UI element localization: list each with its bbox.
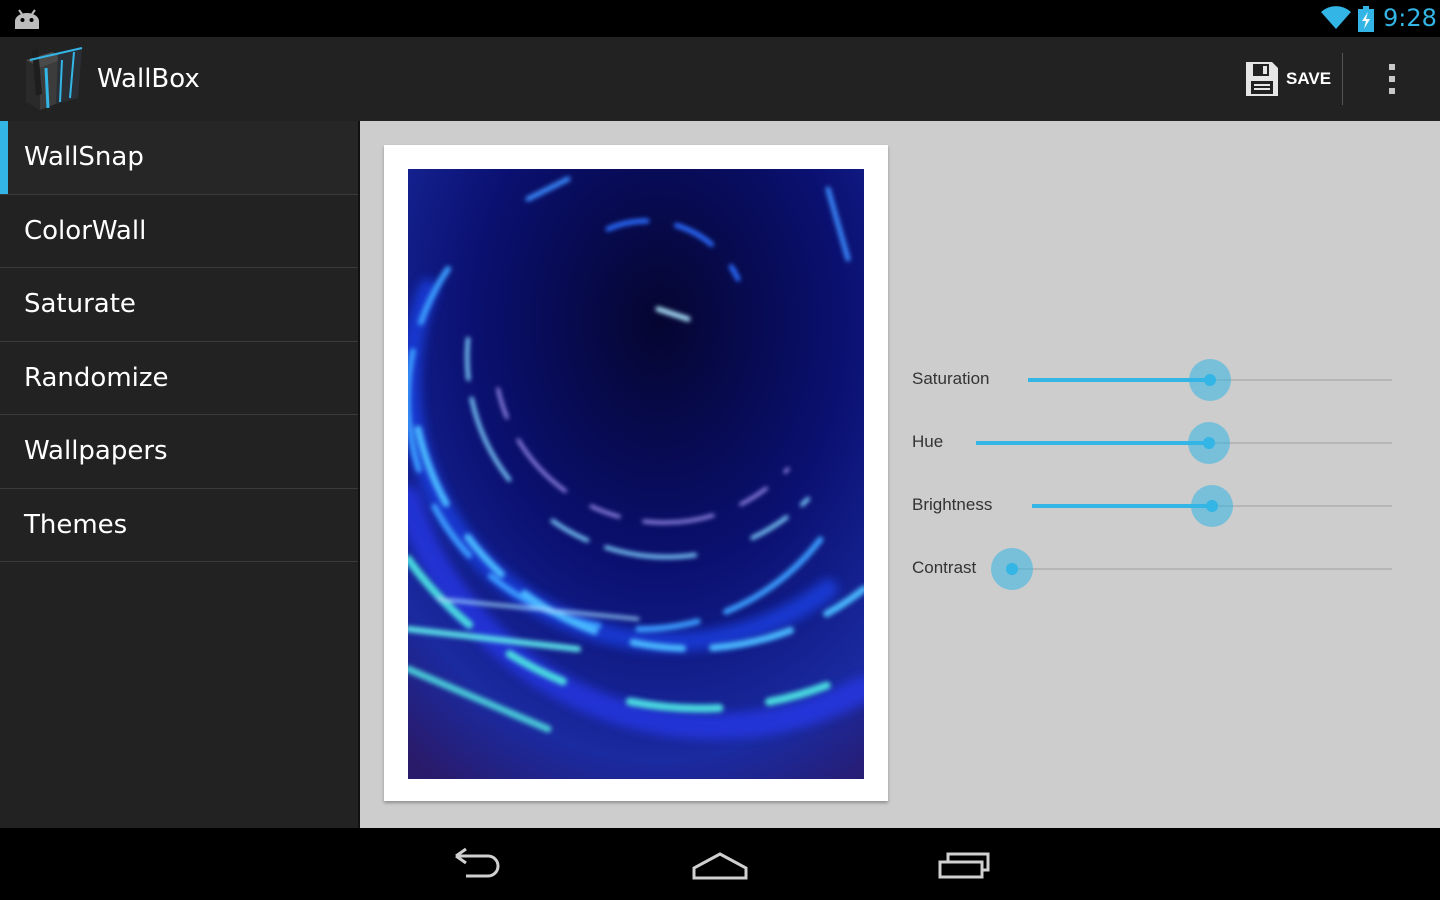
action-divider (1342, 53, 1343, 105)
hue-slider[interactable]: Hue (912, 420, 1392, 466)
slider-track[interactable] (991, 548, 1392, 590)
sidebar-item-themes[interactable]: Themes (0, 489, 358, 562)
slider-label: Saturation (912, 369, 990, 388)
sidebar-item-randomize[interactable]: Randomize (0, 342, 358, 415)
slider-thumb[interactable] (1189, 359, 1231, 401)
slider-label: Contrast (912, 558, 977, 577)
wallpaper-preview-card (384, 145, 888, 801)
sidebar-item-label: ColorWall (24, 215, 147, 246)
slider-track[interactable] (1032, 485, 1392, 527)
save-button[interactable]: SAVE (1236, 53, 1342, 105)
sidebar-item-label: Themes (24, 509, 128, 540)
action-bar: WallBox SAVE (0, 37, 1440, 121)
wifi-icon (1321, 6, 1351, 30)
save-disk-icon (1246, 62, 1278, 96)
sidebar-item-label: WallSnap (24, 142, 144, 172)
save-label: SAVE (1286, 69, 1332, 88)
wallpaper-preview-image[interactable] (408, 169, 864, 779)
contrast-slider[interactable]: Contrast (912, 546, 1392, 592)
slider-label: Brightness (912, 495, 993, 514)
slider-fill (1028, 378, 1210, 382)
app-title: WallBox (97, 64, 200, 94)
sidebar-item-label: Saturate (24, 289, 136, 319)
battery-charging-icon (1358, 6, 1374, 32)
slider-track[interactable] (1028, 359, 1392, 401)
main-content: Saturation Hue Brightness Contrast (360, 121, 1440, 828)
status-time: 9:28 (1383, 4, 1437, 32)
slider-fill (1032, 504, 1212, 508)
slider-thumb[interactable] (1187, 422, 1230, 464)
sidebar-item-label: Randomize (24, 362, 169, 393)
status-bar: 9:28 (0, 0, 1440, 37)
sidebar-item-wallsnap[interactable]: WallSnap (0, 121, 358, 195)
sidebar: WallSnap ColorWall Saturate Randomize Wa… (0, 121, 360, 828)
brightness-slider[interactable]: Brightness (912, 483, 1392, 529)
wallpaper-artwork (408, 169, 864, 779)
back-icon[interactable] (436, 842, 516, 886)
saturation-slider[interactable]: Saturation (912, 357, 1392, 403)
slider-track[interactable] (976, 422, 1392, 464)
slider-label: Hue (912, 432, 944, 451)
sidebar-item-label: Wallpapers (24, 436, 168, 466)
android-icon (15, 9, 39, 29)
home-icon[interactable] (680, 842, 760, 886)
wallbox-logo-icon[interactable] (22, 46, 86, 112)
navigation-bar (0, 828, 1440, 900)
slider-thumb[interactable] (1191, 485, 1233, 527)
sidebar-item-colorwall[interactable]: ColorWall (0, 195, 358, 268)
sidebar-item-wallpapers[interactable]: Wallpapers (0, 415, 358, 489)
slider-thumb[interactable] (991, 548, 1033, 590)
overflow-menu-icon[interactable] (1372, 57, 1412, 101)
slider-fill (976, 441, 1209, 445)
sidebar-item-saturate[interactable]: Saturate (0, 268, 358, 342)
recents-icon[interactable] (924, 842, 1004, 886)
